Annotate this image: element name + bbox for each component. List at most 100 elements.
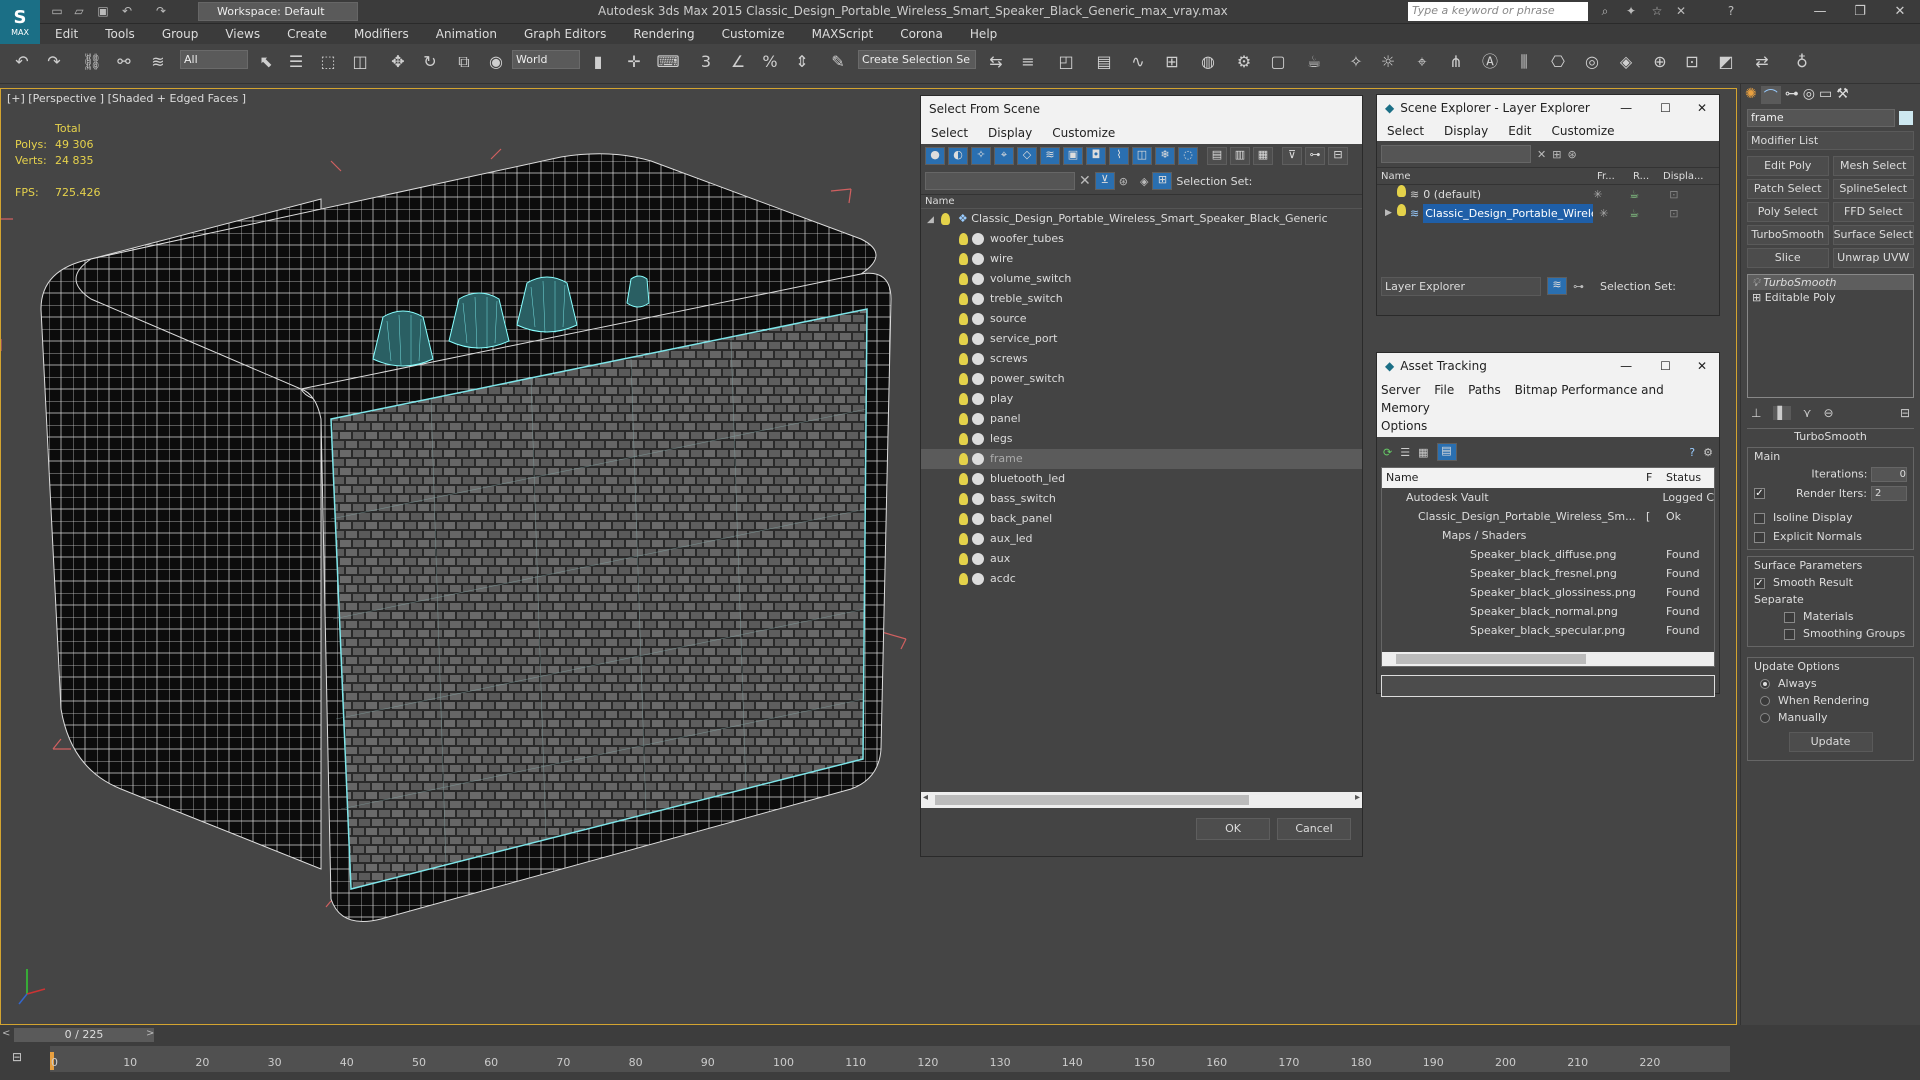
unlink-icon[interactable]: ⚯ — [112, 50, 136, 74]
pivot-center-icon[interactable]: ▮ — [586, 50, 610, 74]
visibility-bulb-icon[interactable] — [959, 293, 968, 305]
visibility-bulb-icon[interactable] — [941, 213, 951, 225]
freeze-icon[interactable]: ✳ — [1593, 185, 1629, 204]
modify-tab-icon[interactable]: ⌒ — [1760, 86, 1781, 105]
display-cameras-icon[interactable]: ⌖ — [994, 147, 1014, 165]
sfs-item[interactable]: treble_switch — [921, 289, 1362, 309]
display-icon[interactable]: ⊡ — [1669, 204, 1678, 223]
minimize-icon[interactable]: — — [1606, 95, 1646, 121]
select-manipulate-icon[interactable]: ✛ — [622, 50, 646, 74]
menu-maxscript[interactable]: MAXScript — [797, 27, 886, 41]
expand-arrow-icon[interactable]: ▶ — [1385, 204, 1397, 223]
edit-poly-button[interactable]: Edit Poly — [1747, 156, 1829, 176]
display-containers-icon[interactable]: ◫ — [1132, 147, 1152, 165]
visibility-bulb-icon[interactable] — [959, 473, 968, 485]
sfs-search-input[interactable] — [925, 172, 1075, 190]
menu-customize[interactable]: Customize — [707, 27, 797, 41]
stack-item-editable-poly[interactable]: ⊞ Editable Poly — [1748, 290, 1913, 305]
display-spacewarps-icon[interactable]: ≋ — [1040, 147, 1060, 165]
at-row[interactable]: Speaker_black_specular.png Found — [1382, 621, 1714, 640]
object-color-swatch[interactable] — [1899, 111, 1913, 125]
sfs-item[interactable]: acdc — [921, 569, 1362, 589]
expand-arrow-icon[interactable]: ◢ — [927, 215, 934, 225]
display-helpers-icon[interactable]: ◇ — [1017, 147, 1037, 165]
se-menu-display[interactable]: Display — [1434, 124, 1498, 138]
undo-icon[interactable]: ↶ — [118, 3, 136, 19]
restore-icon[interactable]: ❐ — [1840, 2, 1880, 22]
close-icon[interactable]: ✕ — [1685, 353, 1719, 379]
mirror-icon[interactable]: ⇆ — [984, 50, 1008, 74]
visibility-bulb-icon[interactable] — [959, 513, 968, 525]
percent-snap-icon[interactable]: % — [758, 50, 782, 74]
cancel-button[interactable]: Cancel — [1277, 818, 1351, 840]
iterations-spinner[interactable]: 0 — [1871, 467, 1907, 482]
maximize-icon[interactable]: ☐ — [1646, 95, 1685, 121]
visibility-bulb-icon[interactable] — [959, 533, 968, 545]
utilities-tab-icon[interactable]: ⚒ — [1836, 86, 1849, 104]
text-icon[interactable]: Ⓐ — [1478, 50, 1502, 74]
select-from-scene-title[interactable]: Select From Scene — [921, 96, 1362, 122]
globe-icon[interactable]: ◎ — [1580, 50, 1604, 74]
link-icon[interactable]: ⛓ — [80, 50, 104, 74]
spline-select-button[interactable]: SplineSelect — [1832, 179, 1914, 199]
speaker-wireframe-model[interactable] — [1, 89, 921, 1019]
menu-rendering[interactable]: Rendering — [618, 27, 706, 41]
mini-listener-icon[interactable]: ⊟ — [12, 1050, 34, 1068]
display-frozen-icon[interactable]: ❄ — [1155, 147, 1175, 165]
workspace-dropdown[interactable]: Workspace: Default — [198, 2, 358, 21]
at-row[interactable]: Speaker_black_normal.png Found — [1382, 602, 1714, 621]
sfs-root-item[interactable]: ◢ ❖ Classic_Design_Portable_Wireless_Sma… — [921, 209, 1362, 229]
asset-path-field[interactable] — [1381, 675, 1715, 697]
add-to-layer-icon[interactable]: ⊛ — [1567, 148, 1576, 161]
sfs-item[interactable]: woofer_tubes — [921, 229, 1362, 249]
at-row[interactable]: Speaker_black_glossiness.png Found — [1382, 583, 1714, 602]
patch-select-button[interactable]: Patch Select — [1747, 179, 1829, 199]
update-when-rendering-radio[interactable] — [1760, 696, 1770, 706]
undo-icon[interactable]: ↶ — [10, 50, 34, 74]
table-view-icon[interactable]: ▤ — [1436, 443, 1457, 461]
at-row[interactable]: Maps / Shaders — [1382, 526, 1714, 545]
visibility-bulb-icon[interactable] — [959, 573, 968, 585]
new-layer-icon[interactable]: ⊞ — [1552, 148, 1561, 161]
visibility-bulb-icon[interactable] — [959, 553, 968, 565]
hierarchy-tab-icon[interactable]: ⊶ — [1785, 86, 1799, 104]
layers-icon[interactable]: ◈ — [1140, 175, 1148, 188]
smooth-result-checkbox[interactable]: ✓ — [1754, 577, 1765, 589]
visibility-bulb-icon[interactable] — [1397, 204, 1406, 216]
at-column-status[interactable]: Status — [1662, 468, 1701, 488]
se-layer-row[interactable]: ≋ 0 (default) ✳ ☕ ⊡ — [1377, 185, 1719, 204]
scale-icon[interactable]: ⧉ — [452, 50, 476, 74]
at-horizontal-scrollbar[interactable] — [1382, 652, 1714, 666]
graphite-ribbon-icon[interactable]: ▤ — [1092, 50, 1116, 74]
hierarchy-icon[interactable]: ⊶ — [1573, 280, 1584, 293]
sfs-item[interactable]: source — [921, 309, 1362, 329]
at-column-f[interactable]: F — [1646, 468, 1662, 488]
clear-search-icon[interactable]: ✕ — [1537, 148, 1546, 161]
se-column-display[interactable]: Displa... — [1663, 168, 1713, 184]
se-column-renderable[interactable]: R... — [1633, 168, 1663, 184]
sfs-item[interactable]: play — [921, 389, 1362, 409]
next-frame-icon[interactable]: > — [146, 1028, 154, 1039]
configure-sets-icon[interactable]: ⊟ — [1900, 406, 1910, 420]
se-menu-select[interactable]: Select — [1377, 124, 1434, 138]
selection-filter-dropdown[interactable]: All — [180, 50, 248, 69]
smoothing-groups-checkbox[interactable] — [1784, 628, 1795, 640]
refresh-icon[interactable]: ⟳ — [1383, 446, 1392, 459]
visibility-bulb-icon[interactable] — [959, 493, 968, 505]
display-icon[interactable]: ⊡ — [1669, 185, 1678, 204]
render-iters-checkbox[interactable]: ✓ — [1754, 488, 1765, 499]
render-region-icon[interactable]: ⎔ — [1546, 50, 1570, 74]
schematic-view-icon[interactable]: ⊞ — [1160, 50, 1184, 74]
rectangular-selection-icon[interactable]: ⬚ — [316, 50, 340, 74]
render-iters-spinner[interactable]: 2 — [1871, 486, 1907, 501]
menu-group[interactable]: Group — [147, 27, 211, 41]
keyboard-shortcut-icon[interactable]: ⌨ — [656, 50, 680, 74]
render-icon[interactable]: ☕ — [1629, 204, 1669, 223]
display-all-icon[interactable]: ▤ — [1207, 147, 1227, 165]
light-icon[interactable]: ✧ — [1344, 50, 1368, 74]
open-file-icon[interactable]: ▱ — [70, 3, 88, 19]
minimize-icon[interactable]: — — [1800, 2, 1840, 22]
scroll-thumb[interactable] — [1396, 654, 1586, 664]
scroll-thumb[interactable] — [935, 795, 1249, 805]
visibility-bulb-icon[interactable] — [959, 313, 968, 325]
